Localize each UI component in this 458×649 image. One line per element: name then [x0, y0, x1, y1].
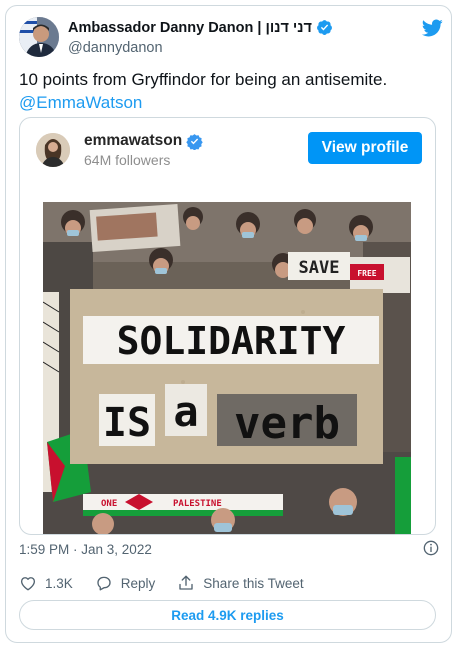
a-text: a	[173, 387, 198, 436]
instagram-avatar[interactable]	[36, 133, 70, 167]
mention-link[interactable]: @EmmaWatson	[19, 91, 439, 114]
instagram-followers: 64M followers	[84, 152, 171, 168]
instagram-name-row[interactable]: emmawatson	[84, 132, 203, 150]
like-count: 1.3K	[45, 575, 73, 591]
is-text: IS	[103, 400, 151, 446]
author-handle[interactable]: @dannydanon	[68, 40, 163, 56]
tweet-timestamp[interactable]: 1:59 PM · Jan 3, 2022	[19, 542, 152, 557]
read-replies-button[interactable]: Read 4.9K replies	[19, 600, 436, 630]
reply-action[interactable]: Reply	[95, 574, 156, 592]
view-profile-button[interactable]: View profile	[308, 132, 422, 164]
twitter-bird-icon[interactable]	[421, 17, 443, 39]
solidarity-text: SOLIDARITY	[117, 319, 346, 363]
share-icon	[179, 575, 193, 590]
palestine-text: PALESTINE	[173, 499, 222, 509]
free-sign-text: FREE	[357, 269, 376, 278]
instagram-post-image[interactable]: SAVE FREE SOLIDARITY IS a verb ONE PALES…	[43, 202, 411, 534]
tweet-actions: 1.3K Reply Share this Tweet	[19, 574, 326, 592]
reply-icon	[97, 576, 111, 591]
instagram-embed[interactable]: emmawatson 64M followers View profile SA…	[19, 117, 436, 535]
info-icon[interactable]	[423, 540, 439, 556]
share-action[interactable]: Share this Tweet	[177, 574, 304, 592]
heart-icon	[20, 577, 36, 591]
tweet-body: 10 points from Gryffindor for being an a…	[19, 70, 388, 89]
reply-label: Reply	[120, 575, 156, 591]
verified-badge-icon	[186, 133, 203, 150]
share-label: Share this Tweet	[203, 575, 304, 591]
save-sign-text: SAVE	[299, 258, 340, 278]
one-text: ONE	[101, 499, 117, 509]
tweet-text: 10 points from Gryffindor for being an a…	[19, 68, 439, 114]
author-name[interactable]: Ambassador Danny Danon | דני דנון	[68, 20, 312, 36]
author-name-row[interactable]: Ambassador Danny Danon | דני דנון	[68, 19, 333, 36]
verb-text: verb	[234, 398, 340, 449]
verified-badge-icon	[317, 20, 332, 35]
like-action[interactable]: 1.3K	[19, 574, 73, 592]
author-avatar[interactable]	[19, 17, 59, 57]
instagram-username[interactable]: emmawatson	[84, 132, 182, 150]
